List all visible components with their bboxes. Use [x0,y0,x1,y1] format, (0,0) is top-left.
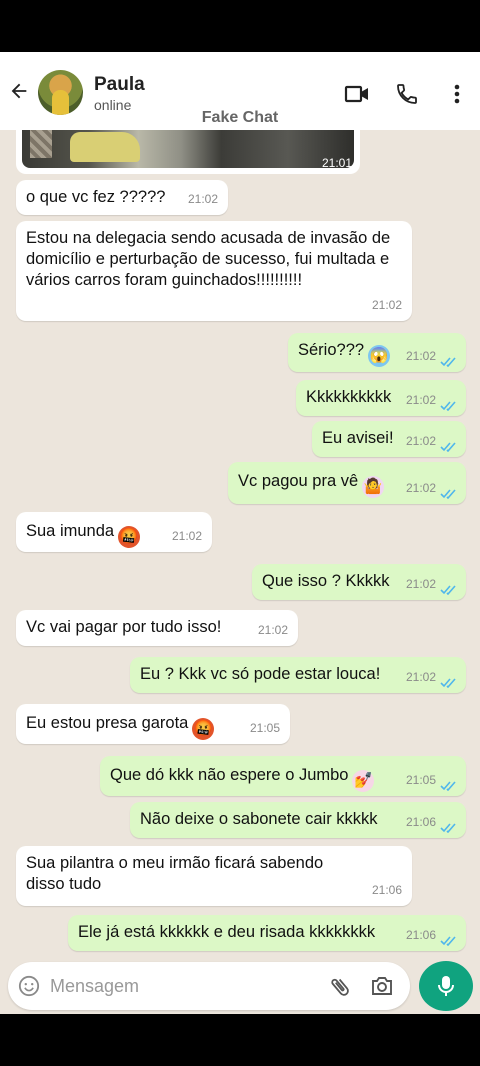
message-time: 21:02 [405,434,436,448]
nail-polish-emoji: 💅 [352,770,375,792]
message-outgoing[interactable]: Não deixe o sabonete cair kkkkk 21:06 [130,802,466,838]
voice-record-button[interactable] [419,961,473,1011]
message-time: 21:02 [405,393,436,407]
message-text: Ele já está kkkkkk e deu risada kkkkkkkk [78,923,376,941]
message-time: 21:02 [405,670,436,684]
back-arrow-icon[interactable] [8,80,30,102]
more-options-icon[interactable] [444,82,470,106]
message-input-bar[interactable]: Mensagem [8,962,410,1010]
yellow-car [70,132,140,162]
message-time: 21:02 [371,298,402,312]
message-text: Que dó kkk não espere o Jumbo [110,766,349,784]
microphone-icon [438,976,454,996]
camera-icon[interactable] [370,975,394,997]
message-text: Kkkkkkkkkk [306,388,392,406]
message-time: 21:05 [249,721,280,735]
pixelated-face [30,130,52,158]
message-text: Vc pagou pra vê [238,472,359,490]
message-outgoing[interactable]: Que dó kkk não espere o Jumbo 💅 21:05 [100,756,466,796]
cursing-face-emoji: 🤬 [118,526,141,548]
message-input[interactable]: Mensagem [50,976,139,997]
attach-icon[interactable] [328,975,352,999]
status-bar [0,0,480,52]
message-time: 21:06 [405,928,436,942]
video-call-icon[interactable] [344,82,370,106]
cursing-face-emoji: 🤬 [192,718,215,740]
message-incoming[interactable]: Sua pilantra o meu irmão ficará sabendo … [16,846,412,906]
message-outgoing[interactable]: Eu avisei! 21:02 [312,421,466,457]
message-outgoing[interactable]: Sério??? 😱 21:02 [288,333,466,372]
read-ticks-icon [440,823,456,833]
message-outgoing[interactable]: Eu ? Kkk vc só pode estar louca! 21:02 [130,657,466,693]
message-text: Não deixe o sabonete cair kkkkk [140,810,378,828]
contact-name[interactable]: Paula [94,74,145,96]
message-outgoing[interactable]: Que isso ? Kkkkk 21:02 [252,564,466,600]
image-thumbnail[interactable] [22,130,354,168]
message-time: 21:05 [405,773,436,787]
image-message[interactable]: 21:01 [16,130,360,174]
message-incoming[interactable]: Sua imunda 🤬 21:02 [16,512,212,552]
message-text: Eu avisei! [322,429,394,447]
message-time: 21:06 [405,815,436,829]
message-time: 21:02 [405,577,436,591]
message-text: Vc vai pagar por tudo isso! [26,618,222,636]
phone-icon[interactable] [394,82,420,106]
message-incoming[interactable]: Eu estou presa garota 🤬 21:05 [16,704,290,744]
emoji-icon[interactable] [18,975,40,997]
fake-chat-watermark: Fake Chat [201,109,279,126]
message-outgoing[interactable]: Kkkkkkkkkk 21:02 [296,380,466,416]
message-time: 21:01 [321,156,352,170]
read-ticks-icon [440,781,456,791]
message-text: Que isso ? Kkkkk [262,572,390,590]
chat-area[interactable]: 21:01 o que vc fez ????? 21:02 Estou na … [0,130,480,1014]
message-time: 21:02 [405,349,436,363]
read-ticks-icon [440,936,456,946]
message-text: Estou na delegacia sendo acusada de inva… [26,229,391,289]
message-time: 21:06 [371,883,402,897]
read-ticks-icon [440,489,456,499]
message-text: Eu estou presa garota [26,714,189,732]
message-incoming[interactable]: Vc vai pagar por tudo isso! 21:02 [16,610,298,646]
read-ticks-icon [440,401,456,411]
read-ticks-icon [440,357,456,367]
navigation-bar [0,1014,480,1066]
message-text: Sua imunda [26,522,115,540]
message-text: Sério??? [298,341,365,359]
message-text: o que vc fez ????? [26,188,166,206]
read-ticks-icon [440,678,456,688]
message-text: Eu ? Kkk vc só pode estar louca! [140,665,381,683]
message-time: 21:02 [257,623,288,637]
scream-emoji: 😱 [368,345,391,367]
message-text: Sua pilantra o meu irmão ficará sabendo … [26,854,324,893]
shrug-emoji: 🤷 [362,476,385,498]
read-ticks-icon [440,442,456,452]
read-ticks-icon [440,585,456,595]
message-time: 21:02 [187,192,218,206]
message-outgoing[interactable]: Ele já está kkkkkk e deu risada kkkkkkkk… [68,915,466,951]
message-time: 21:02 [405,481,436,495]
message-incoming[interactable]: o que vc fez ????? 21:02 [16,180,228,215]
message-outgoing[interactable]: Vc pagou pra vê 🤷 21:02 [228,462,466,504]
message-incoming[interactable]: Estou na delegacia sendo acusada de inva… [16,221,412,321]
message-time: 21:02 [171,529,202,543]
